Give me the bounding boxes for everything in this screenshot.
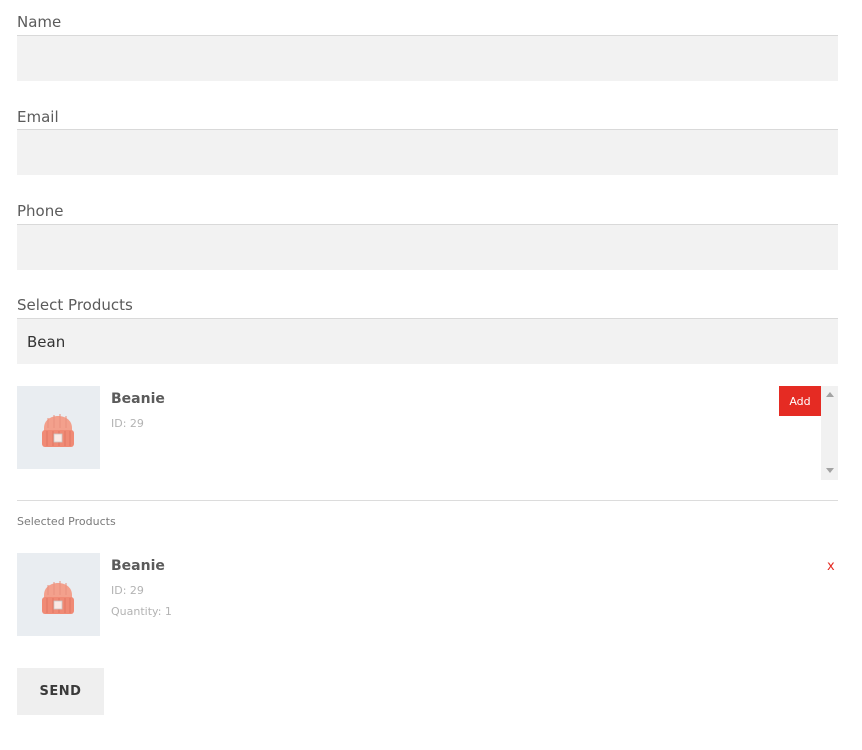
- product-results-list: Beanie ID: 29 Add: [17, 386, 838, 480]
- selected-product-id: ID: 29: [111, 584, 144, 597]
- beanie-icon: [17, 553, 100, 636]
- name-label: Name: [17, 13, 62, 31]
- scroll-up-icon[interactable]: [826, 392, 834, 397]
- beanie-icon: [17, 386, 100, 469]
- result-product-id: ID: 29: [111, 417, 144, 430]
- send-button[interactable]: SEND: [17, 668, 104, 715]
- add-product-button[interactable]: Add: [779, 386, 821, 416]
- remove-product-button[interactable]: x: [827, 559, 835, 574]
- selected-product-item: Beanie ID: 29 Quantity: 1 x: [17, 553, 838, 637]
- email-input[interactable]: [17, 129, 838, 175]
- selected-product-name: Beanie: [111, 558, 165, 574]
- result-product-name: Beanie: [111, 391, 165, 407]
- name-input[interactable]: [17, 35, 838, 81]
- select-products-label: Select Products: [17, 296, 133, 314]
- email-label: Email: [17, 108, 59, 126]
- divider: [17, 500, 838, 501]
- phone-label: Phone: [17, 202, 64, 220]
- selected-product-quantity: Quantity: 1: [111, 605, 172, 618]
- scroll-down-icon[interactable]: [826, 468, 834, 473]
- product-search-input[interactable]: [17, 318, 838, 364]
- selected-products-title: Selected Products: [17, 515, 116, 528]
- phone-input[interactable]: [17, 224, 838, 270]
- results-scrollbar[interactable]: [821, 386, 838, 480]
